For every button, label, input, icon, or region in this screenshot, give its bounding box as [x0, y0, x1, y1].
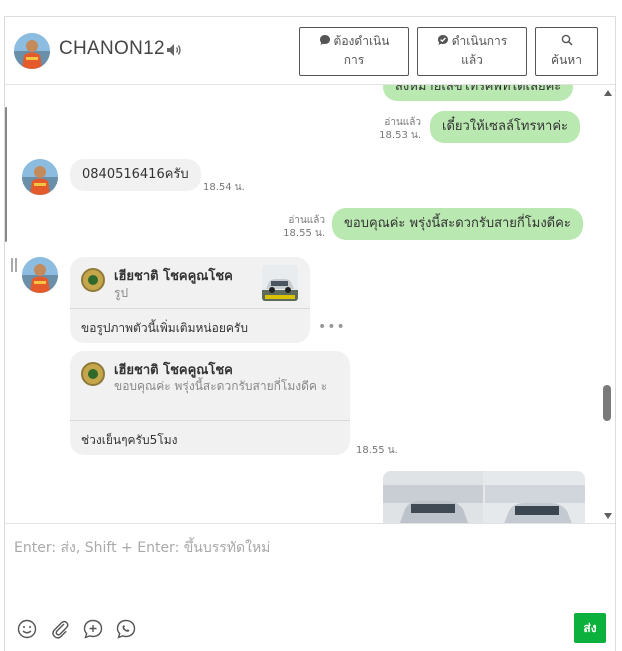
quoted-text: ขอบคุณค่ะ พรุ่งนี้สะดวกรับสายกี่โมงดีค ะ — [114, 379, 328, 393]
message-list[interactable]: ส่งหมายเลขโทรศัพท์ได้เลยค่ะ อ่านแล้ว 18.5… — [5, 85, 603, 523]
todo-label-2: การ — [343, 53, 365, 67]
message-text: 0840516416ครับ — [82, 167, 189, 182]
quoted-sender-name: เฮียชาติ โชคคูณโชค — [114, 269, 233, 284]
quoted-sender-name: เฮียชาติ โชคคูณโชค — [114, 363, 233, 378]
search-icon — [561, 34, 573, 46]
sender-avatar[interactable] — [22, 257, 58, 293]
quoted-text: รูป — [114, 286, 129, 300]
car-photo-grid[interactable] — [383, 471, 585, 523]
attachment-icon — [52, 620, 69, 639]
chat-scrollbar[interactable] — [602, 85, 614, 523]
message-input[interactable] — [14, 536, 604, 560]
reply-message[interactable]: เฮียชาติ โชคคูณโชค รูป ขอรูปภาพตัวนี้เพิ… — [70, 257, 310, 343]
todo-label-1: ต้องดำเนิน — [333, 34, 390, 48]
quoted-sender-avatar — [81, 268, 105, 292]
line-button[interactable] — [115, 618, 137, 640]
message-text: เดี๋ยวให้เซลล์โทรหาค่ะ — [442, 119, 569, 134]
chat-bubble-icon — [319, 35, 330, 45]
scroll-up-arrow[interactable] — [604, 90, 612, 96]
todo-button[interactable]: ต้องดำเนิน การ — [299, 27, 409, 76]
chat-header: CHANON12 ต้องดำเนิน การ ดำเนินการ แล้ว ค… — [5, 17, 615, 85]
message-time: 18.53 น. — [379, 130, 421, 141]
done-label-2: แล้ว — [461, 53, 483, 67]
message-text: ส่งหมายเลขโทรศัพท์ได้เลยค่ะ — [395, 85, 562, 94]
scroll-down-arrow[interactable] — [604, 513, 612, 519]
more-options-icon[interactable]: ••• — [318, 319, 346, 335]
chat-window: CHANON12 ต้องดำเนิน การ ดำเนินการ แล้ว ค… — [4, 16, 616, 651]
search-label: ค้นหา — [551, 53, 582, 67]
car-thumbnail[interactable] — [262, 265, 298, 301]
send-button[interactable]: ส่ง — [574, 613, 606, 643]
outgoing-message[interactable]: ขอบคุณค่ะ พรุ่งนี้สะดวกรับสายกี่โมงดีคะ — [332, 208, 583, 240]
speaker-icon[interactable] — [166, 43, 182, 57]
outgoing-message[interactable]: เดี๋ยวให้เซลล์โทรหาค่ะ — [430, 111, 581, 143]
message-time: 18.54 น. — [203, 182, 245, 193]
message-time: 18.55 น. — [356, 445, 398, 456]
message-text: ขอรูปภาพตัวนี้เพิ่มเติมหน่อยครับ — [81, 321, 248, 335]
read-receipt: อ่านแล้ว 18.53 น. — [365, 116, 421, 142]
message-text: ขอบคุณค่ะ พรุ่งนี้สะดวกรับสายกี่โมงดีคะ — [344, 216, 571, 231]
reply-message[interactable]: เฮียชาติ โชคคูณโชค ขอบคุณค่ะ พรุ่งนี้สะด… — [70, 351, 350, 455]
line-icon — [116, 619, 136, 639]
search-button[interactable]: ค้นหา — [535, 27, 598, 76]
quoted-sender-avatar — [81, 362, 105, 386]
attach-button[interactable] — [49, 618, 71, 640]
photo-message[interactable] — [383, 471, 585, 523]
sticker-icon — [83, 619, 103, 639]
emoji-button[interactable] — [16, 618, 38, 640]
outgoing-message[interactable]: ส่งหมายเลขโทรศัพท์ได้เลยค่ะ — [383, 85, 574, 101]
message-composer: ส่ง — [5, 523, 615, 651]
contact-avatar[interactable] — [14, 33, 50, 69]
quoted-message[interactable]: เฮียชาติ โชคคูณโชค รูป — [70, 257, 310, 309]
done-button[interactable]: ดำเนินการ แล้ว — [417, 27, 527, 76]
read-receipt: อ่านแล้ว 18.55 น. — [267, 214, 325, 240]
scroll-thumb[interactable] — [603, 385, 611, 421]
sticker-button[interactable] — [82, 618, 104, 640]
read-label: อ่านแล้ว — [288, 215, 325, 226]
read-label: อ่านแล้ว — [384, 117, 421, 128]
done-label-1: ดำเนินการ — [451, 34, 508, 48]
message-text: ช่วงเย็นๆครับ5โมง — [81, 433, 178, 447]
message-time: 18.55 น. — [283, 228, 325, 239]
drag-grip[interactable] — [11, 258, 17, 272]
incoming-message[interactable]: 0840516416ครับ — [70, 159, 201, 191]
contact-name: CHANON12 — [59, 38, 165, 59]
sender-avatar[interactable] — [22, 159, 58, 195]
quoted-message[interactable]: เฮียชาติ โชคคูณโชค ขอบคุณค่ะ พรุ่งนี้สะด… — [70, 351, 350, 421]
check-bubble-icon — [437, 35, 448, 45]
emoji-icon — [17, 619, 37, 639]
